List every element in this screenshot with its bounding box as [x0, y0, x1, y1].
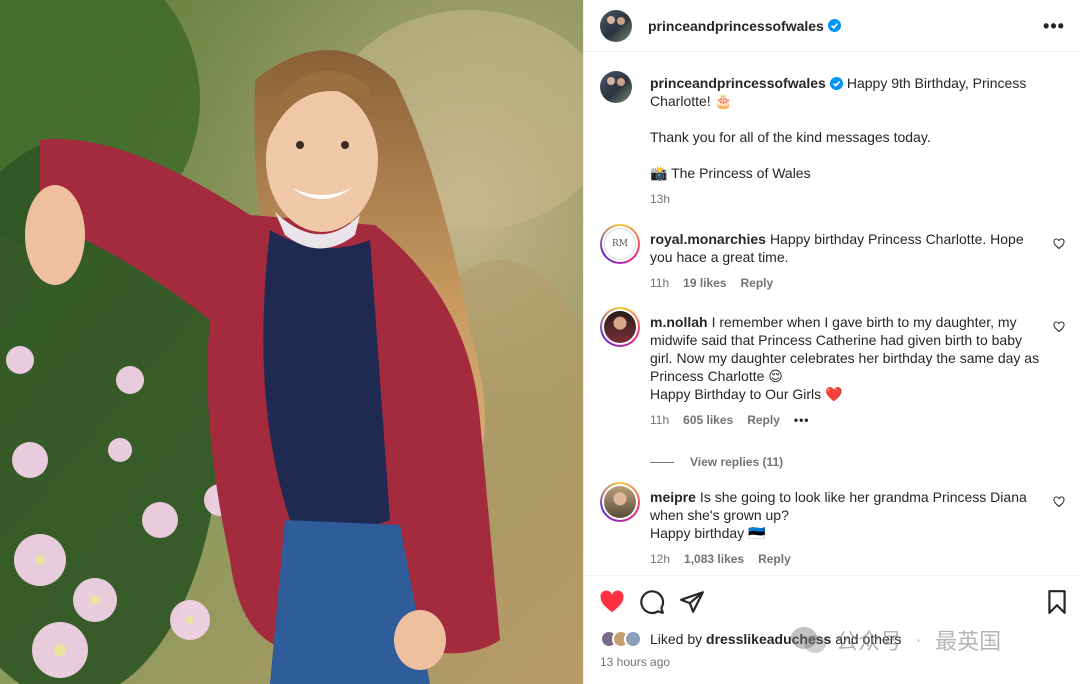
liked-by-others[interactable]: and others — [831, 631, 901, 647]
reply-button[interactable]: Reply — [741, 274, 774, 292]
view-replies-button[interactable]: View replies (11) — [650, 453, 1045, 471]
reply-button[interactable]: Reply — [747, 411, 780, 429]
liked-by-prefix: Liked by — [650, 631, 707, 647]
like-comment-heart-icon[interactable] — [1053, 238, 1065, 250]
comment-text-line-2: Happy birthday 🇪🇪 — [650, 525, 766, 541]
comment-more-button[interactable]: ••• — [794, 411, 810, 429]
divider-line — [650, 461, 674, 463]
reply-button[interactable]: Reply — [758, 550, 791, 568]
comment-time: 11h — [650, 413, 670, 427]
caption-line-3: 📸 The Princess of Wales — [650, 165, 811, 181]
post-header: princeandprincessofwales ••• — [584, 0, 1080, 52]
caption-avatar[interactable] — [600, 71, 632, 103]
heart-filled-icon[interactable] — [599, 589, 625, 615]
post-photo — [0, 0, 583, 684]
liked-by: Liked by dresslikeaduchess and others — [600, 630, 901, 648]
comment-text: Is she going to look like her grandma Pr… — [650, 489, 1027, 523]
comment-username[interactable]: royal.monarchies — [650, 231, 766, 247]
post-image — [0, 0, 583, 684]
comment-text: I remember when I gave birth to my daugh… — [650, 314, 1040, 384]
post-side-panel: princeandprincessofwales ••• princeandpr… — [583, 0, 1080, 684]
liker-avatars[interactable] — [600, 630, 642, 648]
verified-badge-icon — [829, 77, 843, 90]
comment-username[interactable]: m.nollah — [650, 314, 708, 330]
comment-text-line-2: Happy Birthday to Our Girls ❤️ — [650, 386, 843, 402]
commenter-avatar[interactable] — [600, 307, 640, 347]
comment-likes[interactable]: 1,083 likes — [684, 550, 744, 568]
comment-time: 12h — [650, 552, 671, 566]
more-options-button[interactable]: ••• — [1042, 14, 1066, 38]
more-horizontal-icon: ••• — [1043, 15, 1065, 36]
view-replies-label: View replies (11) — [690, 455, 784, 469]
comment-time: 11h — [650, 276, 670, 290]
author-avatar[interactable] — [600, 9, 632, 42]
share-icon[interactable] — [679, 589, 705, 615]
caption-username[interactable]: princeandprincessofwales — [650, 75, 826, 91]
author-username[interactable]: princeandprincessofwales — [648, 18, 824, 34]
post-actions-bar: Liked by dresslikeaduchess and others 13… — [584, 575, 1080, 684]
liked-by-user[interactable]: dresslikeaduchess — [706, 631, 831, 647]
comment-likes[interactable]: 19 likes — [683, 274, 726, 292]
comment-username[interactable]: meipre — [650, 489, 696, 505]
verified-badge-icon — [827, 19, 841, 32]
like-comment-heart-icon[interactable] — [1053, 496, 1065, 508]
bookmark-icon[interactable] — [1044, 589, 1070, 615]
comments-section[interactable]: princeandprincessofwales Happy 9th Birthd… — [584, 52, 1080, 574]
caption-line-2: Thank you for all of the kind messages t… — [650, 129, 931, 145]
like-comment-heart-icon[interactable] — [1053, 321, 1065, 333]
caption-time: 13h — [650, 192, 671, 206]
post-time-ago: 13 hours ago — [600, 655, 671, 669]
comment-likes[interactable]: 605 likes — [683, 411, 733, 429]
commenter-avatar[interactable]: RM — [600, 224, 640, 264]
comment-icon[interactable] — [639, 589, 665, 615]
commenter-avatar[interactable] — [600, 482, 640, 522]
